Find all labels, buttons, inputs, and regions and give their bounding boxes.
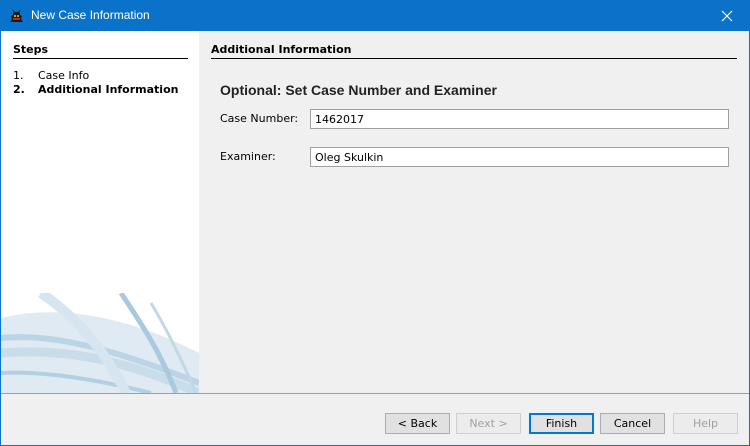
step-label: Additional Information [38, 83, 179, 96]
autopsy-app-icon [10, 9, 23, 22]
section-divider [211, 58, 737, 59]
step-additional-information: 2. Additional Information [13, 83, 178, 96]
title-bar: New Case Information [0, 0, 750, 31]
step-number: 1. [13, 69, 24, 82]
content-panel: Additional Information Optional: Set Cas… [199, 31, 749, 393]
steps-panel: Steps 1. Case Info 2. Additional Informati… [1, 31, 199, 393]
examiner-field[interactable] [310, 147, 729, 167]
case-number-field[interactable] [310, 109, 729, 129]
back-button[interactable]: < Back [385, 413, 450, 434]
help-button[interactable]: Help [673, 413, 738, 434]
close-button[interactable] [704, 0, 750, 31]
cancel-button[interactable]: Cancel [600, 413, 665, 434]
case-number-label: Case Number: [220, 112, 299, 125]
section-title: Additional Information [211, 43, 352, 56]
step-label: Case Info [38, 69, 90, 82]
step-number: 2. [13, 83, 25, 96]
steps-title: Steps [13, 43, 49, 56]
next-button[interactable]: Next > [456, 413, 521, 434]
panel-heading: Optional: Set Case Number and Examiner [220, 82, 497, 98]
close-icon [721, 10, 733, 21]
step-case-info: 1. Case Info [13, 69, 89, 82]
steps-divider [13, 58, 188, 59]
footer-divider [1, 393, 749, 394]
examiner-label: Examiner: [220, 150, 276, 163]
window-title: New Case Information [31, 8, 150, 22]
decorative-swoosh-graphic [1, 293, 199, 393]
finish-button[interactable]: Finish [529, 413, 594, 434]
